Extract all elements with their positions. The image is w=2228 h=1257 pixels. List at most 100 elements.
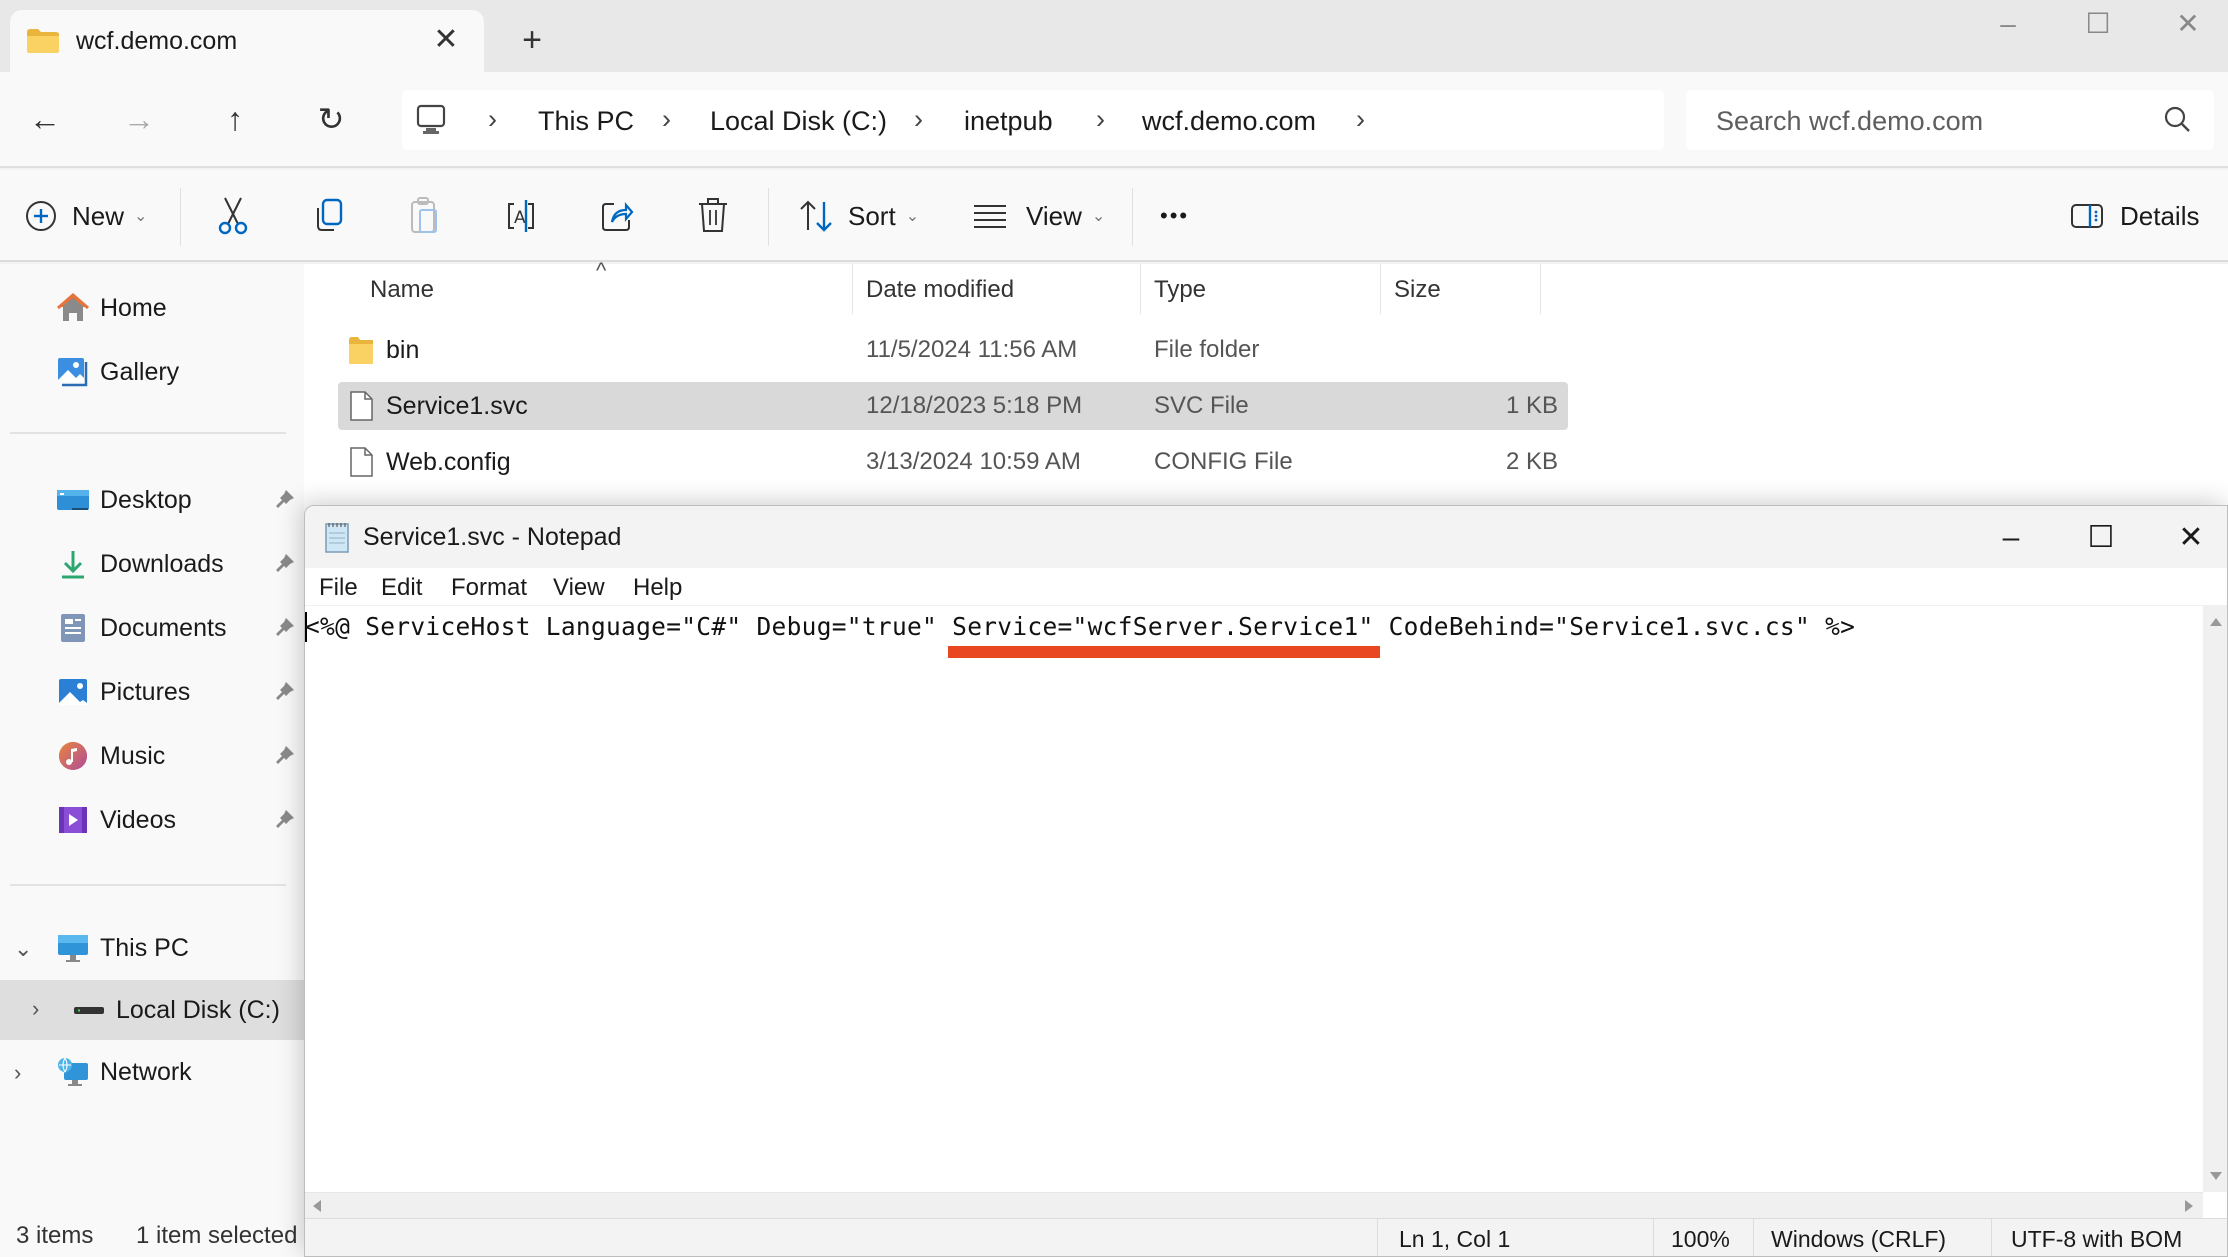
breadcrumb-local-disk[interactable]: Local Disk (C:) bbox=[710, 106, 887, 137]
pin-icon[interactable] bbox=[274, 744, 296, 766]
menu-edit[interactable]: Edit bbox=[381, 574, 422, 602]
breadcrumb-expand[interactable]: › bbox=[1356, 104, 1365, 135]
search-icon[interactable] bbox=[2160, 102, 2196, 138]
scroll-left-icon[interactable] bbox=[313, 1200, 321, 1212]
documents-icon bbox=[61, 614, 85, 642]
sidebar-item-local-disk[interactable]: › Local Disk (C:) bbox=[0, 980, 304, 1040]
new-button[interactable]: New ⌄ bbox=[24, 192, 147, 240]
share-button[interactable] bbox=[600, 192, 634, 240]
breadcrumb-this-pc[interactable]: This PC bbox=[538, 106, 634, 137]
minimize-button[interactable]: – bbox=[1978, 4, 2038, 44]
file-size: 2 KB bbox=[1505, 448, 1558, 475]
column-type[interactable]: Type bbox=[1154, 276, 1206, 304]
chevron-down-icon[interactable]: ⌄ bbox=[14, 936, 32, 962]
maximize-button[interactable]: ☐ bbox=[2068, 4, 2128, 44]
column-divider[interactable] bbox=[1140, 264, 1141, 314]
new-tab-button[interactable]: + bbox=[512, 20, 552, 60]
details-pane-button[interactable]: Details bbox=[2070, 192, 2199, 240]
chevron-right-icon[interactable]: › bbox=[14, 1060, 21, 1086]
scroll-up-icon[interactable] bbox=[2210, 618, 2222, 626]
menu-help[interactable]: Help bbox=[633, 574, 682, 602]
notepad-status-bar: Ln 1, Col 1 100% Windows (CRLF) UTF-8 wi… bbox=[305, 1218, 2227, 1256]
pin-icon[interactable] bbox=[274, 680, 296, 702]
share-icon bbox=[602, 202, 634, 231]
pin-icon[interactable] bbox=[274, 552, 296, 574]
close-button[interactable]: ✕ bbox=[2158, 4, 2218, 44]
sidebar-item-downloads[interactable]: Downloads bbox=[0, 536, 304, 592]
sidebar-item-videos[interactable]: Videos bbox=[0, 792, 304, 848]
sidebar-label: Gallery bbox=[100, 358, 180, 386]
file-row[interactable]: bin 11/5/2024 11:56 AM File folder bbox=[338, 326, 1568, 374]
chevron-right-icon[interactable]: › bbox=[32, 996, 39, 1022]
horizontal-scrollbar[interactable] bbox=[305, 1192, 2203, 1218]
column-size[interactable]: Size bbox=[1394, 276, 1441, 304]
status-divider bbox=[1991, 1219, 1992, 1256]
divider bbox=[180, 188, 181, 246]
sort-button[interactable]: Sort ⌄ bbox=[798, 192, 919, 240]
notepad-title-bar[interactable]: Service1.svc - Notepad – ☐ ✕ bbox=[305, 506, 2227, 568]
this-pc-icon bbox=[58, 935, 88, 962]
sidebar-item-desktop[interactable]: Desktop bbox=[0, 472, 304, 528]
navigation-pane: Home Gallery Desktop Downloads Documents… bbox=[0, 264, 304, 1257]
menu-file[interactable]: File bbox=[319, 574, 358, 602]
pictures-icon bbox=[59, 679, 87, 705]
search-input[interactable]: Search wcf.demo.com bbox=[1686, 90, 2214, 150]
delete-button[interactable] bbox=[696, 192, 730, 240]
column-name[interactable]: Name bbox=[370, 276, 434, 304]
cut-button[interactable] bbox=[216, 192, 250, 240]
file-row-selected[interactable]: Service1.svc 12/18/2023 5:18 PM SVC File… bbox=[338, 382, 1568, 430]
menu-format[interactable]: Format bbox=[451, 574, 527, 602]
notepad-minimize-button[interactable]: – bbox=[1981, 518, 2041, 558]
column-divider[interactable] bbox=[852, 264, 853, 314]
sidebar-label: Videos bbox=[100, 806, 176, 834]
drive-icon bbox=[74, 1007, 104, 1014]
file-row[interactable]: Web.config 3/13/2024 10:59 AM CONFIG Fil… bbox=[338, 438, 1568, 486]
sidebar-item-documents[interactable]: Documents bbox=[0, 600, 304, 656]
sidebar-item-gallery[interactable]: Gallery bbox=[0, 344, 304, 400]
breadcrumb-wcf-demo[interactable]: wcf.demo.com bbox=[1142, 106, 1316, 137]
scroll-down-icon[interactable] bbox=[2210, 1172, 2222, 1180]
column-divider[interactable] bbox=[1540, 264, 1541, 314]
paste-button[interactable] bbox=[408, 192, 442, 240]
forward-button[interactable]: → bbox=[114, 94, 164, 144]
menu-view[interactable]: View bbox=[553, 574, 605, 602]
copy-icon bbox=[317, 198, 343, 231]
svg-text:A: A bbox=[514, 208, 526, 228]
sidebar-item-music[interactable]: Music bbox=[0, 728, 304, 784]
sidebar-item-this-pc[interactable]: ⌄ This PC bbox=[0, 920, 304, 976]
file-type: File folder bbox=[1154, 336, 1260, 363]
more-options-button[interactable]: ••• bbox=[1160, 192, 1189, 240]
refresh-button[interactable]: ↻ bbox=[306, 94, 356, 144]
divider bbox=[10, 432, 286, 434]
monitor-icon bbox=[416, 104, 446, 134]
downloads-icon bbox=[62, 551, 84, 579]
column-date-modified[interactable]: Date modified bbox=[866, 276, 1014, 304]
copy-button[interactable] bbox=[312, 192, 346, 240]
trash-icon bbox=[699, 198, 727, 232]
tab-close-button[interactable]: ✕ bbox=[426, 20, 466, 60]
chevron-down-icon: ⌄ bbox=[905, 208, 920, 225]
breadcrumb-inetpub[interactable]: inetpub bbox=[964, 106, 1053, 137]
rename-button[interactable]: A bbox=[504, 192, 538, 240]
vertical-scrollbar[interactable] bbox=[2203, 606, 2227, 1192]
scroll-right-icon[interactable] bbox=[2185, 1200, 2193, 1212]
cursor-position: Ln 1, Col 1 bbox=[1399, 1226, 1511, 1252]
pin-icon[interactable] bbox=[274, 808, 296, 830]
breadcrumb[interactable]: › This PC › Local Disk (C:) › inetpub › … bbox=[402, 90, 1664, 150]
explorer-tab[interactable]: wcf.demo.com ✕ bbox=[10, 10, 484, 72]
file-size: 1 KB bbox=[1505, 392, 1558, 419]
sidebar-item-pictures[interactable]: Pictures bbox=[0, 664, 304, 720]
back-button[interactable]: ← bbox=[20, 94, 70, 144]
notepad-maximize-button[interactable]: ☐ bbox=[2071, 518, 2131, 558]
up-button[interactable]: ↑ bbox=[210, 94, 260, 144]
view-button[interactable]: View ⌄ bbox=[972, 192, 1105, 240]
pin-icon[interactable] bbox=[274, 488, 296, 510]
chevron-down-icon: ⌄ bbox=[134, 208, 148, 225]
sidebar-item-home[interactable]: Home bbox=[0, 280, 304, 336]
status-divider bbox=[1653, 1219, 1654, 1256]
notepad-text-area[interactable]: <%@ ServiceHost Language="C#" Debug="tru… bbox=[305, 606, 2203, 1192]
notepad-close-button[interactable]: ✕ bbox=[2161, 518, 2221, 558]
sidebar-item-network[interactable]: › Network bbox=[0, 1044, 304, 1100]
column-divider[interactable] bbox=[1380, 264, 1381, 314]
pin-icon[interactable] bbox=[274, 616, 296, 638]
